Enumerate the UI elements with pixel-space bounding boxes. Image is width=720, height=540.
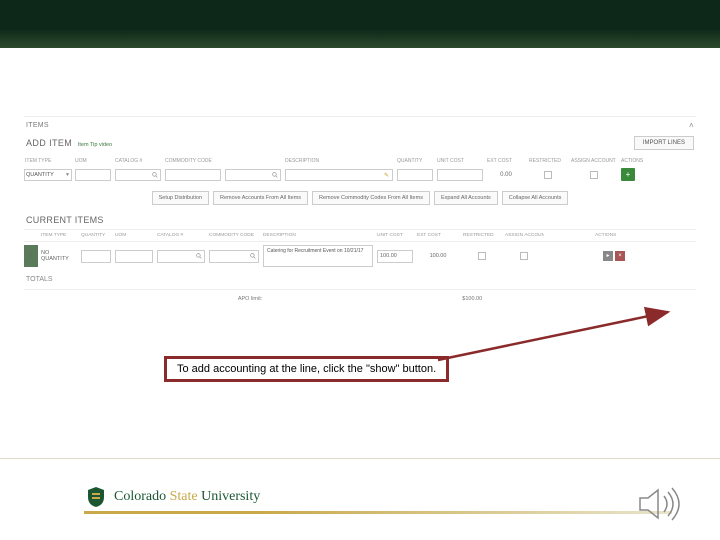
col-actions: ACTIONS	[620, 156, 650, 166]
remove-accounts-button[interactable]: Remove Accounts From All Items	[213, 191, 308, 205]
import-lines-button[interactable]: IMPORT LINES	[634, 136, 694, 150]
csu-wordmark: Colorado State University	[114, 489, 260, 505]
row-description-input[interactable]: Catering for Recruitment Event on 10/21/…	[263, 245, 373, 267]
arrow-annotation	[436, 306, 680, 362]
csu-logo: Colorado State University	[84, 485, 260, 509]
col-uom: UOM	[74, 156, 112, 166]
items-section-label: ITEMS	[26, 122, 49, 129]
ch-extcost: EXT COST	[416, 230, 460, 241]
assign-account-checkbox[interactable]	[590, 171, 598, 179]
search-icon[interactable]	[250, 253, 256, 259]
ch-asset: ASSIGN ACCOUNT	[504, 230, 544, 241]
row-actions: ▸ ×	[594, 248, 626, 264]
total-amount: $100.00	[462, 296, 482, 302]
add-item-column-headers: ITEM TYPE UOM CATALOG # COMMODITY CODE D…	[24, 156, 696, 166]
add-line-button[interactable]: +	[621, 168, 635, 181]
search-icon[interactable]	[196, 253, 202, 259]
col-description: DESCRIPTION	[284, 156, 394, 166]
delete-line-button[interactable]: ×	[615, 251, 625, 261]
restricted-checkbox[interactable]	[544, 171, 552, 179]
col-commodity: COMMODITY CODE	[164, 156, 222, 166]
add-item-input-row: QUANTITY ▼ ✎ 0.00 +	[24, 166, 696, 183]
expand-icon[interactable]: ✎	[384, 172, 390, 178]
uom-input[interactable]	[75, 169, 111, 181]
totals-title: TOTALS	[24, 270, 696, 285]
add-item-header: ADD ITEM Item Tip video IMPORT LINES	[24, 134, 696, 156]
current-items-headers: ITEM TYPE QUANTITY UOM CATALOG # COMMODI…	[24, 229, 696, 242]
row-commodity-input[interactable]	[209, 250, 259, 263]
col-restricted: RESTRICTED	[528, 156, 568, 166]
ch-catalog: CATALOG #	[156, 230, 206, 241]
title-bar	[0, 0, 720, 48]
quantity-input[interactable]	[397, 169, 433, 181]
current-item-row: 1 NO QUANTITY Catering for Recruitment E…	[24, 242, 696, 270]
callout-annotation: To add accounting at the line, click the…	[164, 356, 449, 382]
ch-uom: UOM	[114, 230, 154, 241]
ch-description: DESCRIPTION	[262, 230, 374, 241]
distribution-action-bar: Setup Distribution Remove Accounts From …	[24, 183, 696, 211]
col-asset: ASSIGN ACCOUNT	[570, 156, 618, 166]
col-blank	[224, 159, 282, 163]
items-panel: ITEMS ˄ ADD ITEM Item Tip video IMPORT L…	[24, 116, 696, 304]
col-qty: QUANTITY	[396, 156, 434, 166]
shield-icon	[84, 485, 108, 509]
current-items-title: CURRENT ITEMS	[24, 211, 696, 229]
remove-commodity-button[interactable]: Remove Commodity Codes From All Items	[312, 191, 430, 205]
itemtype-value: QUANTITY	[26, 172, 54, 178]
catalog-input[interactable]	[115, 169, 161, 181]
col-extcost: EXT COST	[486, 156, 526, 166]
row-restricted-checkbox[interactable]	[478, 252, 486, 260]
col-itemtype: ITEM TYPE	[24, 156, 72, 166]
row-qty-input[interactable]	[81, 250, 111, 263]
commodity-lookup[interactable]	[225, 169, 281, 181]
row-itemtype: NO QUANTITY	[40, 247, 78, 265]
logo-word-1: Colorado	[114, 489, 166, 504]
setup-distribution-button[interactable]: Setup Distribution	[152, 191, 209, 205]
chevron-up-icon[interactable]: ˄	[689, 121, 694, 130]
items-section-header[interactable]: ITEMS ˄	[24, 116, 696, 134]
show-accounting-button[interactable]: ▸	[603, 251, 613, 261]
add-item-title: ADD ITEM	[26, 138, 72, 148]
ch-itemtype: ITEM TYPE	[40, 230, 78, 241]
search-icon[interactable]	[152, 172, 158, 178]
collapse-accounts-button[interactable]: Collapse All Accounts	[502, 191, 569, 205]
row-unitcost-input[interactable]: 100.00	[377, 250, 413, 263]
col-catalog: CATALOG #	[114, 156, 162, 166]
logo-word-2: State	[170, 489, 198, 504]
item-tip-link[interactable]: Item Tip video	[78, 142, 112, 148]
header-gap	[0, 48, 720, 116]
row-extcost: 100.00	[416, 250, 460, 262]
search-icon[interactable]	[272, 172, 278, 178]
commodity-input[interactable]	[165, 169, 221, 181]
extcost-value: 0.00	[486, 170, 526, 180]
col-unitcost: UNIT COST	[436, 156, 484, 166]
footer: Colorado State University	[0, 458, 720, 540]
speaker-icon	[636, 482, 684, 526]
ch-commodity: COMMODITY CODE	[208, 230, 260, 241]
ch-actions: ACTIONS	[594, 230, 626, 241]
ch-restricted: RESTRICTED	[462, 230, 502, 241]
line-number[interactable]: 1	[24, 245, 38, 267]
expand-accounts-button[interactable]: Expand All Accounts	[434, 191, 498, 205]
logo-word-3: University	[201, 489, 260, 504]
itemtype-select[interactable]: QUANTITY ▼	[24, 169, 72, 181]
apo-limit-label: APO limit:	[238, 296, 262, 302]
row-asset-checkbox[interactable]	[520, 252, 528, 260]
ch-qty: QUANTITY	[80, 230, 112, 241]
row-catalog-input[interactable]	[157, 250, 205, 263]
ch-num	[24, 233, 38, 239]
unitcost-input[interactable]	[437, 169, 483, 181]
totals-row: APO limit: $100.00	[24, 289, 696, 304]
description-input[interactable]: ✎	[285, 169, 393, 181]
caret-down-icon: ▼	[65, 172, 70, 178]
row-uom-input[interactable]	[115, 250, 153, 263]
ch-unitcost: UNIT COST	[376, 230, 414, 241]
gold-rule	[84, 511, 672, 514]
